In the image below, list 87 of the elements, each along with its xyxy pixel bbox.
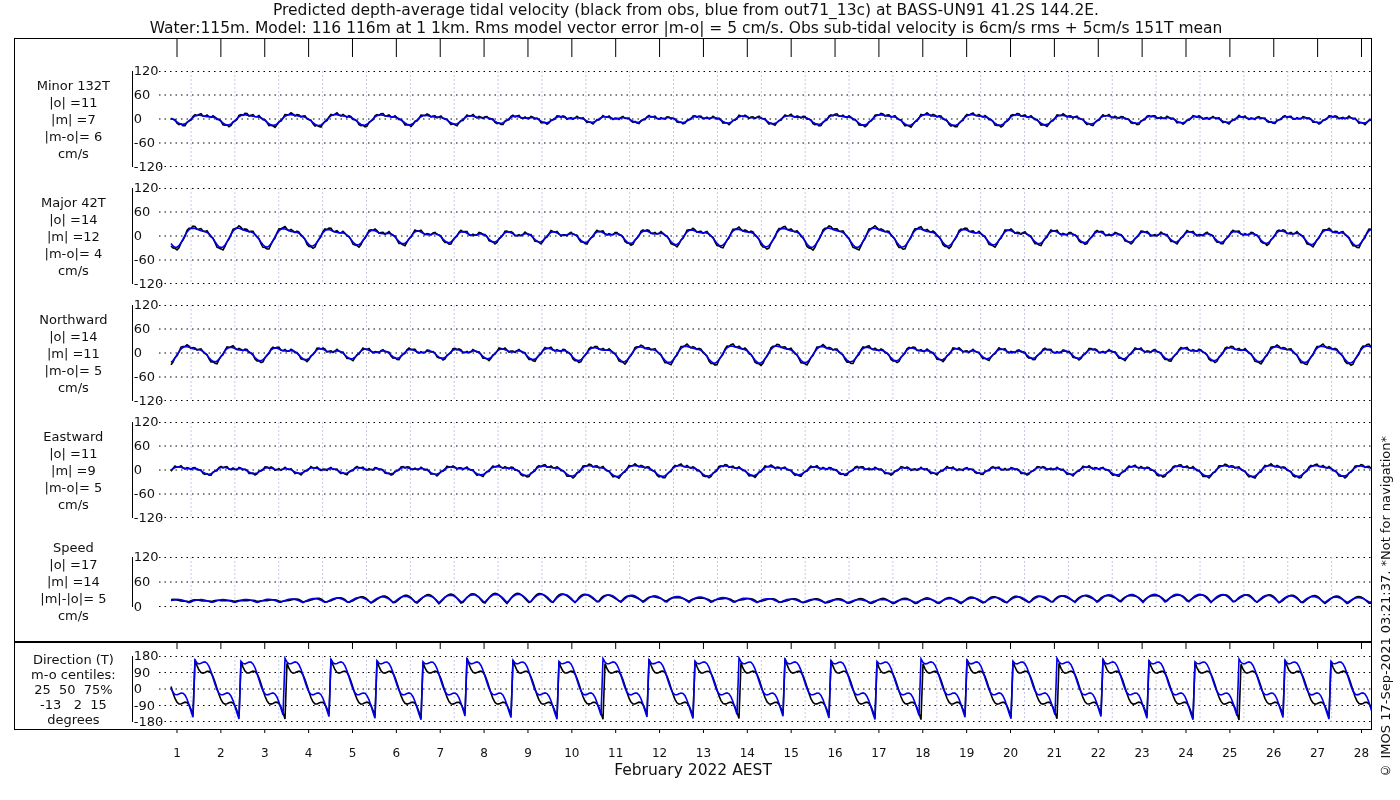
y-tick-label: 120 [133,181,159,195]
panel-label: Northward [39,310,108,328]
x-tick-label: 25 [1222,746,1238,760]
credit-text: © IMOS 17-Sep-2021 03:21:37. *Not for navigation* [1378,436,1394,778]
panel-label: |m-o|= 4 [44,244,103,262]
y-tick-label: 0 [133,112,144,126]
y-tick-label: 60 [133,439,152,453]
panel-label: -13 2 15 [40,696,107,712]
x-tick-label: 28 [1353,746,1370,760]
panel-label: |m| =9 [51,461,96,479]
x-axis-label: February 2022 AEST [614,761,772,779]
panel-label: cm/s [57,261,89,279]
panel-label: 25 50 75% [34,681,113,697]
y-tick-label: 120 [133,415,159,429]
y-tick-label: 60 [133,205,152,219]
y-tick-label: 60 [133,322,152,336]
y-tick-label: 120 [133,64,159,78]
y-tick-label: 180 [133,649,159,663]
x-tick-label: 10 [564,746,580,760]
chart-title: Predicted depth-average tidal velocity (black from obs, blue from out71_13c) at BASS-UN91 41.2S 144.2E. [272,1,1100,19]
y-tick-label: 0 [133,463,144,477]
y-tick-label: 120 [133,298,159,312]
panel-label: |m|-|o|= 5 [40,590,107,607]
panel-label: cm/s [57,378,89,396]
x-tick-label: 18 [915,746,931,760]
y-tick-label: 0 [133,599,144,614]
x-tick-label: 3 [260,746,269,760]
y-tick-label: 0 [133,682,144,696]
panel-label: |o| =14 [49,327,98,345]
panel-label: Speed [53,539,94,556]
panel-label: Direction (T) [32,651,114,667]
panel-label: |o| =17 [49,556,98,573]
panel-label: |o| =14 [49,210,98,228]
y-tick-label: 120 [133,549,159,564]
panel-label: m-o centiles: [31,666,116,682]
x-tick-label: 27 [1310,746,1326,760]
panel-label: |o| =11 [49,444,98,462]
x-tick-label: 20 [1002,746,1019,760]
y-tick-label: -60 [133,487,156,501]
y-tick-label: -60 [133,136,156,150]
x-tick-label: 26 [1266,746,1282,760]
panel-label: cm/s [57,607,89,624]
x-tick-label: 12 [651,746,668,760]
panel-label: |m-o|= 5 [44,478,103,496]
y-axis-line [131,556,133,607]
y-tick-label: 90 [133,665,152,680]
x-tick-label: 5 [348,746,357,760]
panel-label: |m-o|= 5 [44,361,103,379]
y-tick-label: -60 [133,253,156,267]
x-tick-label: 4 [304,746,313,760]
y-tick-label: 60 [133,574,152,589]
x-tick-label: 7 [436,746,445,760]
panel-label: Major 42T [41,193,106,211]
panel-label: |m| =11 [46,344,100,362]
panel-label: |m| =7 [51,110,96,128]
x-tick-label: 14 [739,746,755,760]
x-tick-label: 8 [480,746,488,760]
x-tick-label: 9 [524,746,532,760]
y-tick-label: -60 [133,370,156,384]
y-axis-line [131,656,133,722]
x-tick-label: 16 [827,746,843,760]
x-tick-label: 21 [1046,746,1063,760]
x-tick-label: 24 [1178,746,1194,760]
panel-label: degrees [47,711,100,727]
x-tick-label: 13 [695,746,712,760]
panel-label: cm/s [57,144,89,162]
x-tick-label: 22 [1090,746,1106,760]
y-tick-label: -90 [133,698,156,713]
y-tick-label: 0 [133,346,144,360]
chart-title: Water:115m. Model: 116 116m at 1 1km. Rms model vector error |m-o| = 5 cm/s. Obs sub-tidal velocity is 6cm/s rms + 5cm/s 151T mean [149,19,1223,37]
x-tick-label: 19 [959,746,975,760]
y-tick-label: 60 [133,88,152,102]
panel-label: cm/s [57,495,89,513]
x-tick-label: 2 [217,746,225,760]
panel-label: |o| =11 [49,93,98,111]
x-tick-label: 17 [871,746,887,760]
x-tick-label: 11 [608,746,624,760]
x-tick-label: 23 [1134,746,1150,760]
panel-label: |m-o|= 6 [44,127,103,145]
x-tick-label: 15 [783,746,799,760]
panel-label: Eastward [43,427,104,445]
panel-label: Minor 132T [36,76,110,94]
panel-label: |m| =14 [46,573,100,590]
x-tick-label: 1 [173,746,181,760]
y-tick-label: 0 [133,229,144,243]
panel-label: |m| =12 [46,227,100,245]
x-tick-label: 6 [392,746,401,760]
